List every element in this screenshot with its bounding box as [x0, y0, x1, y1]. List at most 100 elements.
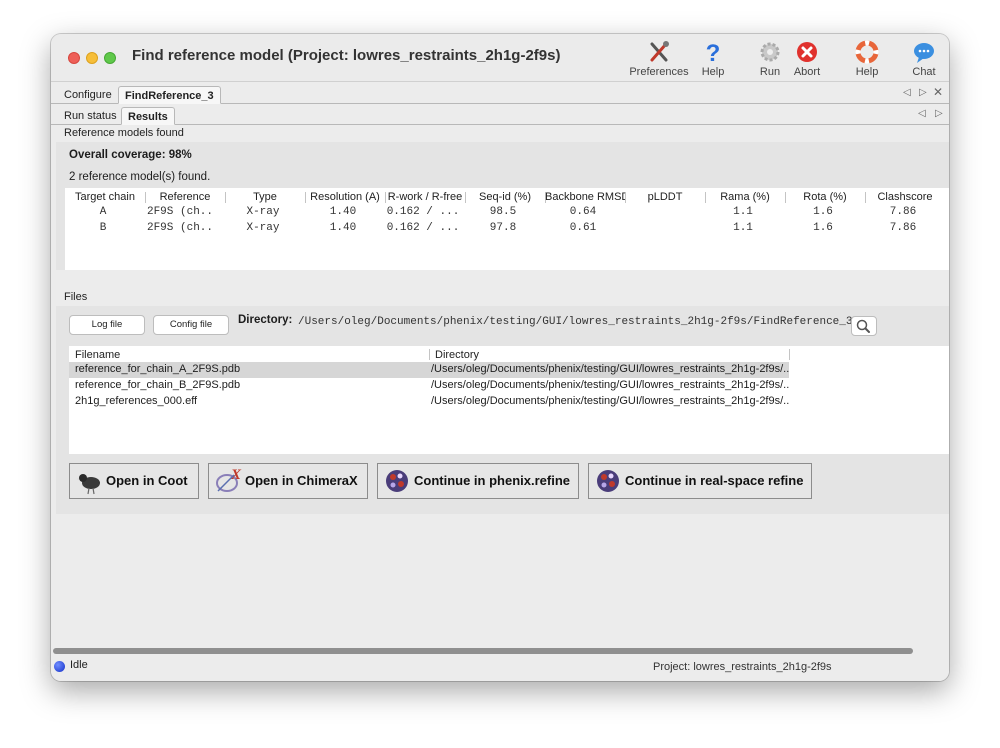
help2-label: Help [855, 66, 879, 78]
file-row[interactable]: reference_for_chain_B_2F9S.pdb /Users/ol… [69, 378, 789, 394]
col-rwork-rfree[interactable]: R-work / R-free [385, 191, 465, 203]
phenix-molecule-icon [386, 470, 408, 492]
directory-label: Directory: [238, 314, 293, 326]
browse-directory-button[interactable] [851, 316, 877, 336]
lifebuoy-icon [855, 40, 879, 64]
help-button[interactable]: ? Help [681, 40, 745, 80]
col-type[interactable]: Type [225, 191, 305, 203]
minimize-window-button[interactable] [86, 52, 98, 64]
config-file-button[interactable]: Config file [153, 315, 229, 335]
project-status: Project: lowres_restraints_2h1g-2f9s [653, 661, 832, 673]
tab-run-status[interactable]: Run status [58, 107, 123, 125]
tab-configure[interactable]: Configure [58, 86, 118, 104]
cell-rwork-rfree: 0.162 / ... [386, 206, 460, 218]
subtab-scroll-left-icon[interactable]: ◁ [918, 108, 926, 119]
cell-backbone-rmsd: 0.64 [569, 206, 597, 218]
status-text: Idle [70, 659, 88, 671]
log-file-button[interactable]: Log file [69, 315, 145, 335]
cell-rota: 1.6 [813, 222, 833, 234]
col-target-chain[interactable]: Target chain [65, 191, 145, 203]
file-directory: /Users/oleg/Documents/phenix/testing/GUI… [431, 363, 790, 375]
open-in-coot-button[interactable]: Open in Coot [69, 463, 199, 499]
svg-text:?: ? [706, 40, 721, 64]
open-in-chimerax-button[interactable]: X Open in ChimeraX [208, 463, 368, 499]
files-table[interactable]: Filename Directory reference_for_chain_A… [69, 346, 949, 454]
tab-scroll-left-icon[interactable]: ◁ [903, 87, 911, 98]
cell-target-chain: B [99, 222, 107, 234]
real-space-button-label: Continue in real-space refine [625, 473, 804, 488]
col-clashscore[interactable]: Clashscore [865, 191, 945, 203]
chat-label: Chat [912, 66, 936, 78]
col-rota[interactable]: Rota (%) [785, 191, 865, 203]
cell-reference: 2F9S (ch.. [146, 222, 213, 234]
chimerax-icon: X [216, 467, 242, 492]
chat-button[interactable]: Chat [892, 40, 949, 80]
cell-type: X-ray [246, 222, 280, 234]
column-separator [429, 349, 430, 360]
close-tab-icon[interactable]: ✕ [933, 85, 943, 99]
col-plddt[interactable]: pLDDT [625, 191, 705, 203]
overall-coverage: Overall coverage: 98% [69, 149, 192, 161]
column-separator [789, 349, 790, 360]
cell-seq-id: 98.5 [489, 206, 517, 218]
cell-rama: 1.1 [733, 206, 753, 218]
main-window: Find reference model (Project: lowres_re… [51, 34, 949, 681]
models-found-text: 2 reference model(s) found. [69, 171, 211, 183]
maximize-window-button[interactable] [104, 52, 116, 64]
magnifier-icon [856, 319, 870, 333]
cell-backbone-rmsd: 0.61 [569, 222, 597, 234]
cell-clashscore: 7.86 [889, 222, 917, 234]
help-label: Help [701, 66, 725, 78]
file-name: reference_for_chain_B_2F9S.pdb [75, 379, 241, 391]
cell-type: X-ray [246, 206, 280, 218]
abort-label: Abort [793, 66, 821, 78]
col-rama[interactable]: Rama (%) [705, 191, 785, 203]
cell-resolution: 1.40 [329, 222, 357, 234]
tab-findreference[interactable]: FindReference_3 [118, 86, 221, 104]
continue-phenix-refine-button[interactable]: Continue in phenix.refine [377, 463, 579, 499]
close-window-button[interactable] [68, 52, 80, 64]
file-name: 2h1g_references_000.eff [75, 395, 198, 407]
col-reference[interactable]: Reference [145, 191, 225, 203]
reference-table[interactable]: Target chain Reference Type Resolution (… [65, 188, 949, 270]
col-filename[interactable]: Filename [75, 349, 120, 361]
continue-real-space-refine-button[interactable]: Continue in real-space refine [588, 463, 812, 499]
col-seq-id[interactable]: Seq-id (%) [465, 191, 545, 203]
horizontal-scrollbar[interactable] [53, 648, 913, 654]
tab-scroll-right-icon[interactable]: ▷ [919, 87, 927, 98]
coot-bird-icon [76, 474, 100, 495]
main-tab-bar: Configure FindReference_3 ◁ ▷ ✕ [51, 84, 949, 104]
subtab-scroll-right-icon[interactable]: ▷ [935, 108, 943, 119]
coot-button-label: Open in Coot [106, 473, 188, 488]
reference-models-section-label: Reference models found [64, 127, 184, 139]
col-backbone-rmsd[interactable]: Backbone RMSD [545, 191, 625, 203]
file-row[interactable]: 2h1g_references_000.eff /Users/oleg/Docu… [69, 394, 789, 410]
cell-resolution: 1.40 [329, 206, 357, 218]
real-space-molecule-icon [597, 470, 619, 492]
question-icon: ? [706, 40, 721, 64]
col-directory[interactable]: Directory [435, 349, 479, 361]
abort-button[interactable]: Abort [775, 40, 839, 80]
cell-reference: 2F9S (ch.. [146, 206, 213, 218]
help-lifebuoy-button[interactable]: Help [835, 40, 899, 80]
col-resolution[interactable]: Resolution (A) [305, 191, 385, 203]
cell-rama: 1.1 [733, 222, 753, 234]
file-directory: /Users/oleg/Documents/phenix/testing/GUI… [431, 395, 790, 407]
file-directory: /Users/oleg/Documents/phenix/testing/GUI… [431, 379, 790, 391]
cell-clashscore: 7.86 [889, 206, 917, 218]
file-row[interactable]: reference_for_chain_A_2F9S.pdb /Users/ol… [69, 362, 789, 378]
tools-icon [650, 41, 669, 62]
cell-target-chain: A [99, 206, 107, 218]
files-section-label: Files [64, 291, 88, 303]
sub-tab-bar: Run status Results ◁ ▷ [51, 105, 949, 125]
status-bar: Idle Project: lowres_restraints_2h1g-2f9… [51, 656, 949, 681]
cell-rota: 1.6 [813, 206, 833, 218]
tab-results[interactable]: Results [121, 107, 175, 125]
cell-rwork-rfree: 0.162 / ... [386, 222, 460, 234]
cell-seq-id: 97.8 [489, 222, 517, 234]
chat-bubble-icon [914, 43, 934, 63]
svg-text:X: X [230, 467, 242, 483]
title-bar: Find reference model (Project: lowres_re… [51, 34, 949, 82]
phenix-refine-button-label: Continue in phenix.refine [414, 473, 571, 488]
window-title: Find reference model (Project: lowres_re… [132, 47, 561, 64]
